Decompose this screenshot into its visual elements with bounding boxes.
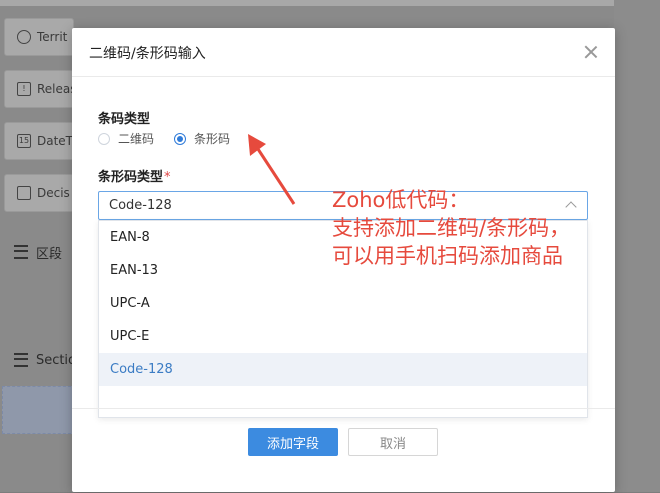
radio-qrcode[interactable]: 二维码 (98, 130, 154, 147)
arrow-head (248, 134, 266, 156)
bg-item-label: Releas (37, 82, 74, 96)
bg-section-label: 区段 (36, 246, 63, 262)
section-lines-icon (14, 353, 28, 367)
modal-title: 二维码/条形码输入 (89, 46, 206, 62)
close-icon[interactable] (583, 44, 599, 60)
select-value: Code-128 (109, 198, 172, 213)
bg-section-label: Sectio (35, 352, 76, 368)
radio-label: 二维码 (118, 132, 155, 146)
modal-header: 二维码/条形码输入 (72, 28, 615, 77)
required-mark: * (164, 170, 171, 185)
bg-item-datetime: 15 DateT (4, 122, 74, 160)
calendar-icon: 15 (17, 134, 31, 148)
bg-item-label: DateT (37, 134, 74, 148)
bg-section-2: Sectio (0, 350, 76, 370)
release-icon: ! (17, 82, 31, 96)
radio-barcode[interactable]: 条形码 (174, 130, 230, 147)
cancel-button[interactable]: 取消 (348, 428, 438, 456)
bg-item-territory: Territ (4, 18, 74, 56)
annotation-line-3: 可以用手机扫码添加商品 (332, 244, 563, 268)
barcode-type-label: 条码类型 (98, 112, 151, 127)
search-icon (17, 30, 31, 44)
annotation-text: Zoho低代码： 支持添加二维码/条形码， 可以用手机扫码添加商品 (332, 186, 570, 270)
modal-footer: 添加字段 取消 (72, 408, 615, 493)
bg-item-label: Decis (37, 186, 70, 200)
background-top-strip (0, 0, 660, 6)
barcode-format-label-text: 条形码类型 (98, 170, 164, 185)
radio-circle[interactable] (98, 132, 110, 145)
add-field-button[interactable]: 添加字段 (248, 428, 338, 456)
barcode-format-label: 条形码类型* (98, 166, 171, 185)
bg-item-label: Territ (37, 30, 68, 44)
bg-drop-zone (2, 386, 76, 434)
decision-icon (17, 186, 31, 200)
radio-circle-checked[interactable] (174, 132, 187, 145)
radio-label: 条形码 (194, 132, 231, 146)
section-lines-icon (14, 245, 28, 259)
dropdown-option-upce[interactable]: UPC-E (99, 320, 587, 353)
annotation-arrow-icon (248, 134, 296, 205)
background-right-strip (614, 0, 660, 492)
bg-section-1: 区段 (0, 242, 76, 262)
dropdown-option-upca[interactable]: UPC-A (99, 287, 587, 320)
bg-item-decision: Decis (4, 174, 74, 212)
annotation-line-1: Zoho低代码： (332, 188, 470, 212)
bg-item-release: ! Releas (4, 70, 74, 108)
arrow-shaft (254, 145, 296, 205)
barcode-type-radio-group: 二维码 条形码 (98, 130, 230, 147)
annotation-line-2: 支持添加二维码/条形码， (332, 216, 571, 240)
dropdown-option-code128[interactable]: Code-128 (99, 353, 587, 386)
